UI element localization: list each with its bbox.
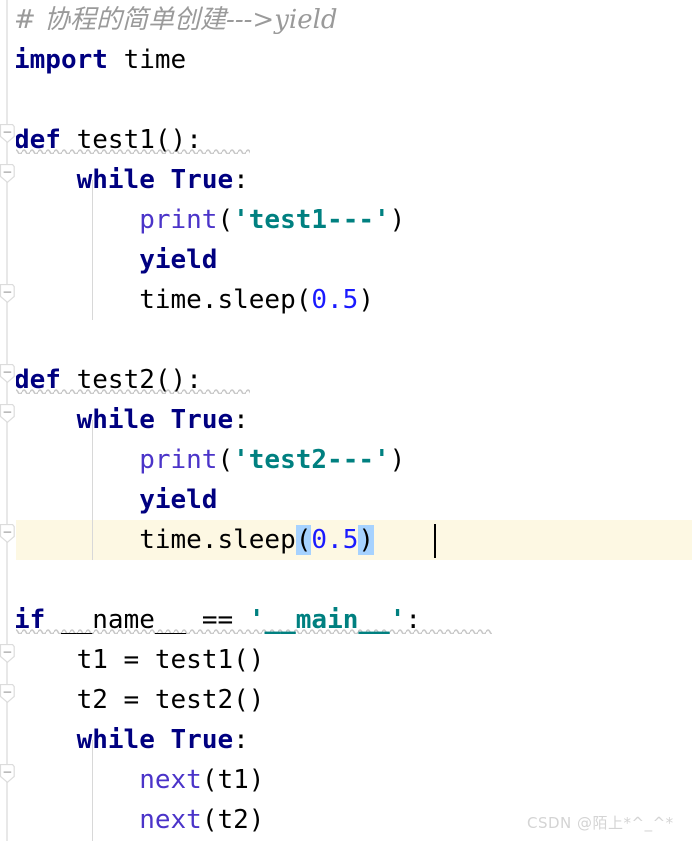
code-token-plain: : [233, 165, 249, 195]
code-token-plain: ( [217, 445, 234, 475]
editor-gutter[interactable] [0, 0, 16, 841]
code-token-plain: t2 = test2() [76, 685, 265, 715]
code-token-kw: yield [139, 245, 218, 275]
code-token-comment: # 协程的简单创建--->yield [14, 5, 338, 35]
code-token-plain: __name__ == [45, 605, 249, 635]
code-line[interactable]: print('test2---') [139, 440, 405, 480]
fold-marker-block-test1-end[interactable] [0, 284, 15, 303]
code-token-plain: (t2) [201, 805, 265, 835]
code-text-area[interactable]: # 协程的简单创建--->yield import time def test1()… [0, 0, 692, 841]
fold-marker-while-test1[interactable] [0, 164, 15, 183]
code-line[interactable]: print('test1---') [139, 200, 405, 240]
code-line[interactable]: yield [139, 480, 217, 520]
code-token-plain: test1(): [60, 125, 202, 155]
code-line[interactable]: next(t2) [139, 800, 264, 840]
code-token-plain: test2(): [60, 365, 202, 395]
code-token-num: 0.5 [311, 525, 359, 555]
code-token-kw: True [170, 405, 234, 435]
code-token-plain: ( [217, 205, 234, 235]
code-token-kw: if [14, 605, 46, 635]
code-line[interactable]: # 协程的简单创建--->yield [14, 0, 338, 40]
code-token-kw: True [170, 725, 234, 755]
code-token-plain: : [233, 725, 249, 755]
code-line[interactable]: def test1(): [14, 120, 202, 160]
code-token-plain: time.sleep( [139, 285, 312, 315]
code-line[interactable]: time.sleep(0.5) [139, 280, 374, 320]
code-line[interactable]: def test2(): [14, 360, 202, 400]
code-token-kw: while [76, 405, 155, 435]
code-token-kw: while [76, 725, 155, 755]
code-token-plain: ) [389, 205, 406, 235]
text-caret [434, 524, 436, 558]
fold-marker-while-main[interactable] [0, 684, 15, 703]
code-token-builtin: print [139, 205, 218, 235]
code-token-plain: time [107, 45, 187, 75]
code-token-kw: def [14, 365, 61, 395]
code-token-plain: ) [358, 285, 374, 315]
code-line[interactable]: yield [139, 240, 217, 280]
code-token-kw: True [170, 165, 234, 195]
code-editor[interactable]: # 协程的简单创建--->yield import time def test1()… [0, 0, 692, 841]
code-token-plain: ) [389, 445, 406, 475]
code-token-str: '__main__' [248, 605, 406, 635]
code-token-plain: t1 = test1() [76, 645, 265, 675]
fold-marker-block-test2-end[interactable] [0, 524, 15, 543]
code-token-kw: yield [139, 485, 218, 515]
code-line[interactable]: while True: [77, 160, 249, 200]
code-line[interactable]: time.sleep(0.5) [139, 520, 375, 560]
fold-marker-if-main[interactable] [0, 644, 15, 663]
code-token-builtin: print [139, 445, 218, 475]
code-line[interactable]: if __name__ == '__main__': [14, 600, 421, 640]
code-line[interactable]: t1 = test1() [77, 640, 265, 680]
fold-marker-def-test2[interactable] [0, 364, 15, 383]
code-token-sel: ) [358, 525, 375, 555]
code-token-kw: import [14, 45, 108, 75]
code-token-kw: def [14, 125, 61, 155]
code-line[interactable]: while True: [77, 720, 249, 760]
code-token-kw: while [76, 165, 155, 195]
code-token-num: 0.5 [311, 285, 359, 315]
fold-marker-def-test1[interactable] [0, 124, 15, 143]
code-token-str: 'test1---' [233, 205, 390, 235]
code-token-sel: ( [295, 525, 312, 555]
code-token-plain: (t1) [201, 765, 265, 795]
code-line[interactable]: while True: [77, 400, 249, 440]
code-token-plain: time.sleep [139, 525, 296, 555]
code-token-builtin: next [139, 765, 202, 795]
code-line[interactable]: t2 = test2() [77, 680, 265, 720]
code-line[interactable]: import time [14, 40, 186, 80]
csdn-watermark: CSDN @陌上*^_^* [527, 814, 674, 832]
code-token-plain: : [233, 405, 249, 435]
fold-marker-while-test2[interactable] [0, 404, 15, 423]
fold-marker-while-main-body[interactable] [0, 764, 15, 783]
code-line[interactable]: next(t1) [139, 760, 264, 800]
code-token-builtin: next [139, 805, 202, 835]
code-token-str: 'test2---' [233, 445, 390, 475]
code-token-plain: : [405, 605, 422, 635]
